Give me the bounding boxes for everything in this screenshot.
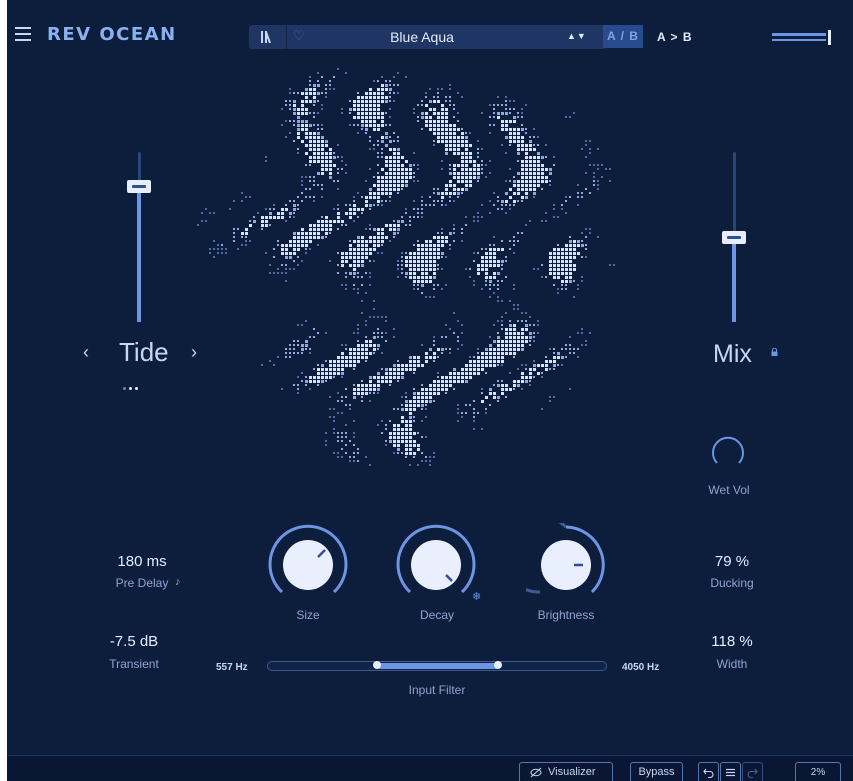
water-visualizer <box>197 68 615 466</box>
undo-button[interactable] <box>698 762 719 781</box>
preset-bar[interactable]: ♡ Blue Aqua ▲▼ <box>249 25 606 49</box>
mix-slider-fill <box>732 237 736 322</box>
size-knob[interactable] <box>268 523 348 603</box>
lock-icon[interactable] <box>771 348 778 356</box>
size-label: Size <box>296 608 320 622</box>
bypass-button[interactable]: Bypass <box>630 762 683 781</box>
heart-icon[interactable]: ♡ <box>293 28 305 44</box>
input-filter-range[interactable] <box>377 663 499 669</box>
preset-prev-next-icon[interactable]: ▲▼ <box>567 31 587 41</box>
filter-high-handle[interactable] <box>494 661 502 669</box>
redo-icon <box>747 768 758 778</box>
decay-label: Decay <box>419 608 454 622</box>
tide-slider-handle[interactable] <box>127 180 151 193</box>
tide-slider-fill <box>137 186 141 322</box>
transient-value[interactable]: -7.5 dB <box>89 633 179 650</box>
ducking-label: Ducking <box>710 576 754 590</box>
preset-separator <box>286 25 287 49</box>
tide-label: Tide <box>119 337 169 367</box>
list-icon <box>726 768 735 777</box>
preset-name[interactable]: Blue Aqua <box>309 29 535 45</box>
output-meter <box>772 30 837 45</box>
mix-slider-handle[interactable] <box>722 231 746 244</box>
plugin-window: REV OCEAN ♡ Blue Aqua ▲▼ A / B A > B ‹ T… <box>7 0 853 781</box>
brightness-label: Brightness <box>537 608 595 622</box>
filter-low-handle[interactable] <box>373 661 381 669</box>
visualizer-toggle-button[interactable]: Visualizer <box>519 762 613 781</box>
tide-prev-icon[interactable]: ‹ <box>83 342 89 363</box>
eye-off-icon <box>530 767 542 778</box>
visualizer-button-label: Visualizer <box>548 766 596 778</box>
freeze-snowflake-icon[interactable]: ❄ <box>472 590 481 603</box>
brand-title: REV OCEAN <box>47 24 177 45</box>
library-icon[interactable] <box>261 31 275 43</box>
transient-label: Transient <box>109 657 159 671</box>
mix-label: Mix <box>713 340 752 368</box>
wet-vol-knob[interactable] <box>710 432 746 468</box>
filter-high-value[interactable]: 4050 Hz <box>622 662 659 673</box>
width-label: Width <box>716 657 748 671</box>
wet-vol-label: Wet Vol <box>708 483 750 497</box>
input-filter-label: Input Filter <box>408 683 466 697</box>
copy-a-to-b-button[interactable]: A > B <box>657 30 693 44</box>
zoom-level[interactable]: 2% <box>795 762 841 781</box>
music-note-icon[interactable]: ♪ <box>175 576 181 588</box>
filter-low-value[interactable]: 557 Hz <box>216 662 248 673</box>
brightness-knob[interactable] <box>526 523 606 603</box>
ab-compare-button[interactable]: A / B <box>603 25 643 48</box>
pre-delay-value[interactable]: 180 ms <box>87 553 197 570</box>
width-value[interactable]: 118 % <box>687 633 777 650</box>
tide-page-dots <box>123 377 141 395</box>
ducking-value[interactable]: 79 % <box>687 553 777 570</box>
decay-knob[interactable] <box>396 523 476 603</box>
tide-next-icon[interactable]: › <box>191 342 197 363</box>
redo-button[interactable] <box>742 762 763 781</box>
undo-icon <box>703 768 714 778</box>
pre-delay-label: Pre Delay <box>115 576 169 590</box>
history-list-button[interactable] <box>720 762 741 781</box>
menu-icon[interactable] <box>15 27 31 41</box>
